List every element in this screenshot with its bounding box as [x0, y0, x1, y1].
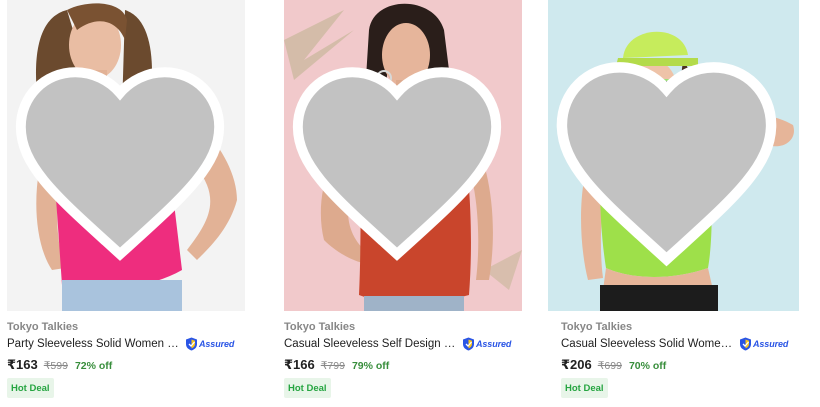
wishlist-heart-icon[interactable]: [7, 6, 239, 311]
price-row: ₹206 ₹699 70% off: [561, 357, 666, 373]
discount-percent: 70% off: [628, 360, 667, 372]
assured-label: Assured: [199, 339, 235, 349]
product-title[interactable]: Party Sleeveless Solid Women Pi...: [7, 337, 183, 352]
assured-badge: Assured: [185, 337, 234, 351]
price-row: ₹166 ₹799 79% off: [284, 357, 389, 373]
assured-shield-icon: [463, 337, 474, 351]
product-image[interactable]: [7, 0, 245, 311]
product-card[interactable]: Tokyo Talkies Casual Sleeveless Self Des…: [284, 0, 534, 407]
discount-percent: 72% off: [74, 360, 113, 372]
hot-deal-badge: Hot Deal: [561, 378, 608, 398]
assured-label: Assured: [476, 339, 512, 349]
hot-deal-label: Hot Deal: [565, 382, 604, 394]
selling-price: ₹163: [7, 357, 38, 372]
product-image[interactable]: [548, 0, 799, 311]
assured-shield-icon: [740, 337, 751, 351]
product-card[interactable]: Tokyo Talkies Party Sleeveless Solid Wom…: [7, 0, 257, 407]
title-row: Casual Sleeveless Self Design W... Assur…: [284, 336, 511, 352]
title-row: Casual Sleeveless Solid Women ... Assure…: [561, 336, 788, 352]
hot-deal-badge: Hot Deal: [284, 378, 331, 398]
selling-price: ₹206: [561, 357, 592, 372]
hot-deal-badge: Hot Deal: [7, 378, 54, 398]
product-title[interactable]: Casual Sleeveless Solid Women ...: [561, 337, 737, 352]
brand-name: Tokyo Talkies: [7, 321, 79, 333]
brand-name: Tokyo Talkies: [561, 321, 633, 333]
assured-badge: Assured: [739, 337, 788, 351]
price-row: ₹163 ₹599 72% off: [7, 357, 112, 373]
original-price: ₹799: [320, 360, 345, 372]
discount-percent: 79% off: [351, 360, 390, 372]
original-price: ₹699: [597, 360, 622, 372]
wishlist-heart-icon[interactable]: [284, 6, 516, 311]
wishlist-heart-icon[interactable]: [548, 6, 792, 311]
hot-deal-label: Hot Deal: [11, 382, 50, 394]
selling-price: ₹166: [284, 357, 315, 372]
hot-deal-label: Hot Deal: [288, 382, 327, 394]
product-title[interactable]: Casual Sleeveless Self Design W...: [284, 337, 460, 352]
assured-shield-icon: [186, 337, 197, 351]
assured-label: Assured: [753, 339, 789, 349]
assured-badge: Assured: [462, 337, 511, 351]
product-card[interactable]: Tokyo Talkies Casual Sleeveless Solid Wo…: [548, 0, 811, 407]
product-image[interactable]: [284, 0, 522, 311]
original-price: ₹599: [43, 360, 68, 372]
title-row: Party Sleeveless Solid Women Pi... Assur…: [7, 336, 234, 352]
brand-name: Tokyo Talkies: [284, 321, 356, 333]
